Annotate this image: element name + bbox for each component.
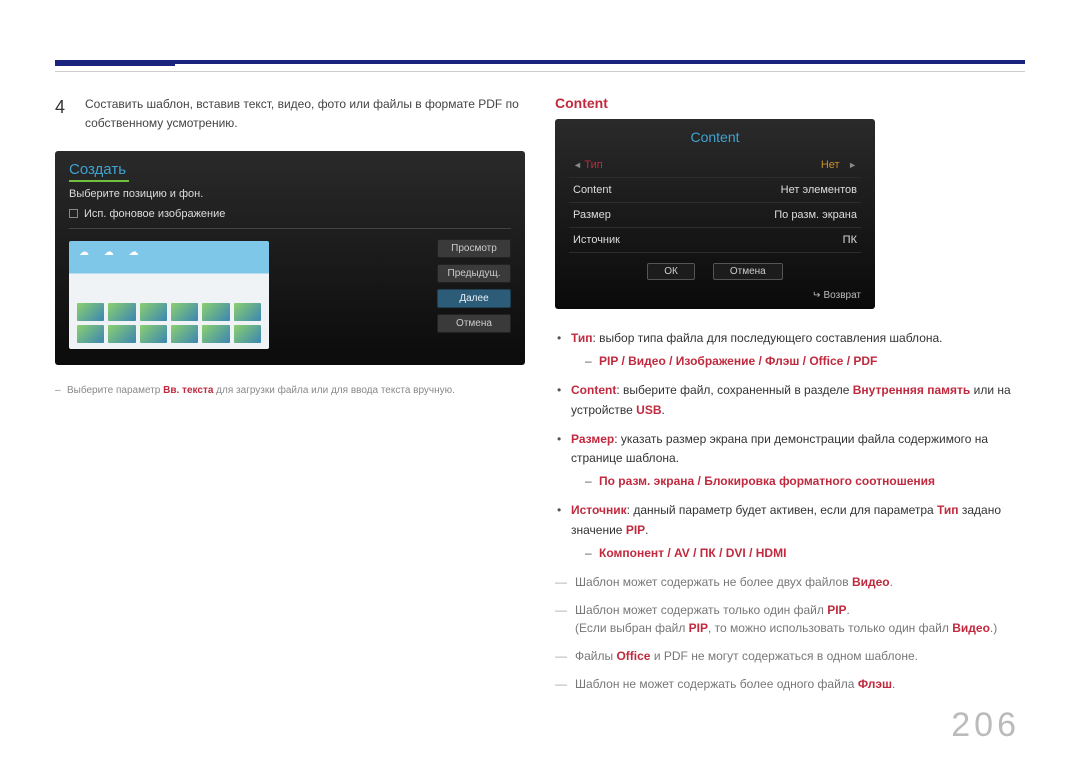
caption-text-2: для загрузки файла или для ввода текста … bbox=[213, 385, 455, 396]
dialog-title: Создать bbox=[69, 161, 511, 178]
divider bbox=[69, 228, 511, 229]
n2-t: Шаблон может содержать только один файл bbox=[575, 603, 827, 617]
b1-text: : выбор типа файла для последующего сост… bbox=[593, 331, 943, 345]
n3-t1: Файлы bbox=[575, 649, 616, 663]
content-dialog-title: Content bbox=[569, 129, 861, 145]
type-value: Нет bbox=[821, 159, 840, 171]
bullet-content: Content: выберите файл, сохраненный в ра… bbox=[555, 381, 1025, 419]
return-icon: ↵ bbox=[812, 290, 820, 301]
b4-label: Источник bbox=[571, 503, 627, 517]
title-underline bbox=[69, 180, 129, 182]
return-hint: ↵ Возврат bbox=[569, 290, 861, 301]
next-button[interactable]: Далее bbox=[437, 289, 511, 308]
n2b-em2: Видео bbox=[952, 621, 990, 635]
content-dialog-screenshot: Content ◄ Тип Нет ► Content Нет элементо… bbox=[555, 119, 875, 309]
b3-options: По разм. экрана / Блокировка форматного … bbox=[571, 472, 1025, 491]
b4-end: . bbox=[645, 523, 648, 537]
description-list: Тип: выбор типа файла для последующего с… bbox=[555, 329, 1025, 563]
content-value: Нет элементов bbox=[781, 184, 857, 196]
option-row-content: Content Нет элементов bbox=[569, 178, 861, 203]
source-value: ПК bbox=[843, 234, 857, 246]
note-1: Шаблон может содержать не более двух фай… bbox=[555, 573, 1025, 591]
size-label: Размер bbox=[573, 209, 611, 221]
source-label: Источник bbox=[573, 234, 620, 246]
cancel-button[interactable]: Отмена bbox=[437, 314, 511, 333]
step-number: 4 bbox=[55, 95, 65, 120]
n2b-t2: , то можно использовать только один файл bbox=[708, 621, 952, 635]
b2-label: Content bbox=[571, 383, 616, 397]
step-text: Составить шаблон, вставив текст, видео, … bbox=[85, 95, 525, 133]
size-value: По разм. экрана bbox=[774, 209, 857, 221]
checkbox-icon bbox=[69, 209, 78, 218]
caption-text-1: Выберите параметр bbox=[67, 385, 163, 396]
dialog-instruction: Выберите позицию и фон. bbox=[69, 188, 511, 200]
n3-em: Office bbox=[616, 649, 650, 663]
notes-list: Шаблон может содержать не более двух фай… bbox=[555, 573, 1025, 693]
header-rule bbox=[55, 60, 1025, 64]
n4-t: Шаблон не может содержать более одного ф… bbox=[575, 677, 858, 691]
sky-graphic: ☁ ☁ ☁ bbox=[79, 247, 145, 258]
b2-end: . bbox=[662, 403, 665, 417]
bullet-source: Источник: данный параметр будет активен,… bbox=[555, 501, 1025, 563]
b4-options: Компонент / AV / ПК / DVI / HDMI bbox=[571, 544, 1025, 563]
note-3: Файлы Office и PDF не могут содержаться … bbox=[555, 647, 1025, 665]
b2-t1: : выберите файл, сохраненный в разделе bbox=[616, 383, 852, 397]
previous-button[interactable]: Предыдущ. bbox=[437, 264, 511, 283]
bullet-type: Тип: выбор типа файла для последующего с… bbox=[555, 329, 1025, 371]
caption-em: Вв. текста bbox=[163, 385, 213, 396]
bullet-size: Размер: указать размер экрана при демонс… bbox=[555, 430, 1025, 492]
note-4: Шаблон не может содержать более одного ф… bbox=[555, 675, 1025, 693]
caption-note: Выберите параметр Вв. текста для загрузк… bbox=[55, 383, 525, 398]
thumbnail-grid bbox=[77, 303, 261, 343]
preview-button[interactable]: Просмотр bbox=[437, 239, 511, 258]
option-row-type: ◄ Тип Нет ► bbox=[569, 153, 861, 178]
return-label: Возврат bbox=[824, 290, 862, 301]
note-2: Шаблон может содержать только один файл … bbox=[555, 601, 1025, 637]
n2b-em1: PIP bbox=[689, 621, 708, 635]
background-preview: ☁ ☁ ☁ bbox=[69, 241, 269, 349]
n4-end: . bbox=[892, 677, 895, 691]
type-label: Тип bbox=[584, 159, 602, 171]
cancel-button-osd[interactable]: Отмена bbox=[713, 263, 783, 280]
b1-options: PIP / Видео / Изображение / Флэш / Offic… bbox=[571, 352, 1025, 371]
n2-em: PIP bbox=[827, 603, 846, 617]
b1-label: Тип bbox=[571, 331, 593, 345]
b3-label: Размер bbox=[571, 432, 614, 446]
n2-end: . bbox=[847, 603, 850, 617]
create-dialog-screenshot: Создать Выберите позицию и фон. Исп. фон… bbox=[55, 151, 525, 365]
checkbox-row: Исп. фоновое изображение bbox=[69, 208, 511, 220]
b3-text: : указать размер экрана при демонстрации… bbox=[571, 432, 988, 465]
content-label: Content bbox=[573, 184, 612, 196]
n1-em: Видео bbox=[852, 575, 890, 589]
n1-end: . bbox=[890, 575, 893, 589]
n1-t: Шаблон может содержать не более двух фай… bbox=[575, 575, 852, 589]
option-row-source: Источник ПК bbox=[569, 228, 861, 253]
checkbox-label: Исп. фоновое изображение bbox=[84, 208, 225, 220]
b2-mem: Внутренняя память bbox=[853, 383, 971, 397]
b4-pip: PIP bbox=[626, 523, 645, 537]
option-row-size: Размер По разм. экрана bbox=[569, 203, 861, 228]
b4-tip: Тип bbox=[937, 503, 959, 517]
n4-em: Флэш bbox=[858, 677, 892, 691]
n2b-end: .) bbox=[990, 621, 997, 635]
left-column: 4 Составить шаблон, вставив текст, видео… bbox=[55, 95, 525, 703]
b4-t1: : данный параметр будет активен, если дл… bbox=[627, 503, 937, 517]
n3-t2: и PDF не могут содержаться в одном шабло… bbox=[650, 649, 917, 663]
ok-button[interactable]: ОК bbox=[647, 263, 695, 280]
b2-usb: USB bbox=[636, 403, 661, 417]
page-number: 206 bbox=[951, 706, 1020, 745]
header-rule-accent bbox=[55, 60, 175, 66]
section-title: Content bbox=[555, 95, 1025, 111]
n2b-t1: (Если выбран файл bbox=[575, 621, 689, 635]
right-column: Content Content ◄ Тип Нет ► Content Нет … bbox=[555, 95, 1025, 703]
header-thin-rule bbox=[55, 71, 1025, 72]
